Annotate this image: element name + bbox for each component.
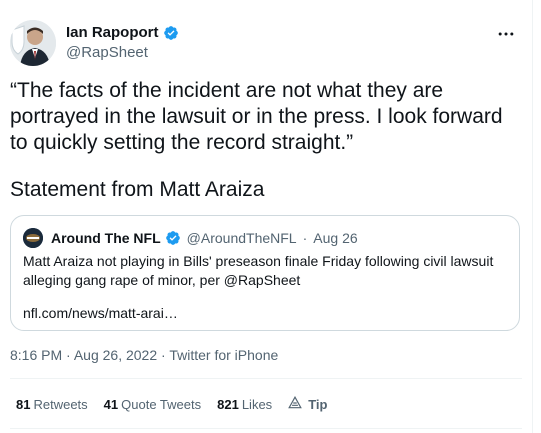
likes-count: 821 <box>217 397 239 412</box>
retweets-stat[interactable]: 81 Retweets <box>16 397 88 412</box>
likes-label: Likes <box>241 397 273 412</box>
tip-button[interactable]: Tip <box>288 395 328 413</box>
likes-stat[interactable]: 821 Likes <box>217 397 272 412</box>
tweet-date[interactable]: Aug 26, 2022 <box>74 347 157 363</box>
author-info: Ian Rapoport @RapSheet <box>66 24 179 61</box>
author-avatar[interactable] <box>10 20 56 66</box>
author-name[interactable]: Ian Rapoport <box>66 24 159 41</box>
quoted-tweet-header: Around The NFL @AroundTheNFL · Aug 26 <box>23 228 358 248</box>
retweets-label: Retweets <box>33 397 88 412</box>
quoted-author-handle: @AroundTheNFL <box>186 230 297 246</box>
engagement-stats: 81 Retweets 41 Quote Tweets 821 Likes Tip <box>16 395 328 413</box>
quoted-author-name: Around The NFL <box>51 230 161 246</box>
divider <box>10 428 522 429</box>
quoted-separator: · <box>302 230 308 246</box>
tweet-header: Ian Rapoport @RapSheet <box>10 18 522 66</box>
quoted-tweet-text: Matt Araiza not playing in Bills' presea… <box>23 253 494 288</box>
tweet-statement: Statement from Matt Araiza <box>10 178 265 201</box>
verified-badge-icon <box>163 25 179 41</box>
tweet-source[interactable]: Twitter for iPhone <box>169 347 278 363</box>
quotes-label: Quote Tweets <box>121 397 202 412</box>
timestamp-separator: · <box>66 347 71 363</box>
quoted-tweet[interactable]: Around The NFL @AroundTheNFL · Aug 26 Ma… <box>10 215 520 331</box>
quote-tweets-stat[interactable]: 41 Quote Tweets <box>104 397 201 412</box>
tip-label: Tip <box>308 397 328 412</box>
quotes-count: 41 <box>103 397 119 412</box>
tweet-text: “The facts of the incident are not what … <box>10 79 509 154</box>
author-handle[interactable]: @RapSheet <box>66 44 179 61</box>
tip-icon <box>288 395 303 413</box>
tweet-time[interactable]: 8:16 PM <box>10 347 62 363</box>
divider <box>10 378 522 379</box>
more-options-icon[interactable] <box>496 24 516 49</box>
quoted-avatar <box>23 228 43 248</box>
retweets-count: 81 <box>16 397 31 412</box>
tweet-timestamp: 8:16 PM · Aug 26, 2022 · Twitter for iPh… <box>10 347 278 363</box>
timestamp-separator: · <box>161 347 166 363</box>
quoted-link[interactable]: nfl.com/news/matt-arai… <box>23 305 178 321</box>
quoted-date: Aug 26 <box>313 230 358 246</box>
verified-badge-icon <box>165 230 181 246</box>
tweet-card: Ian Rapoport @RapSheet “The facts of the… <box>0 0 533 433</box>
